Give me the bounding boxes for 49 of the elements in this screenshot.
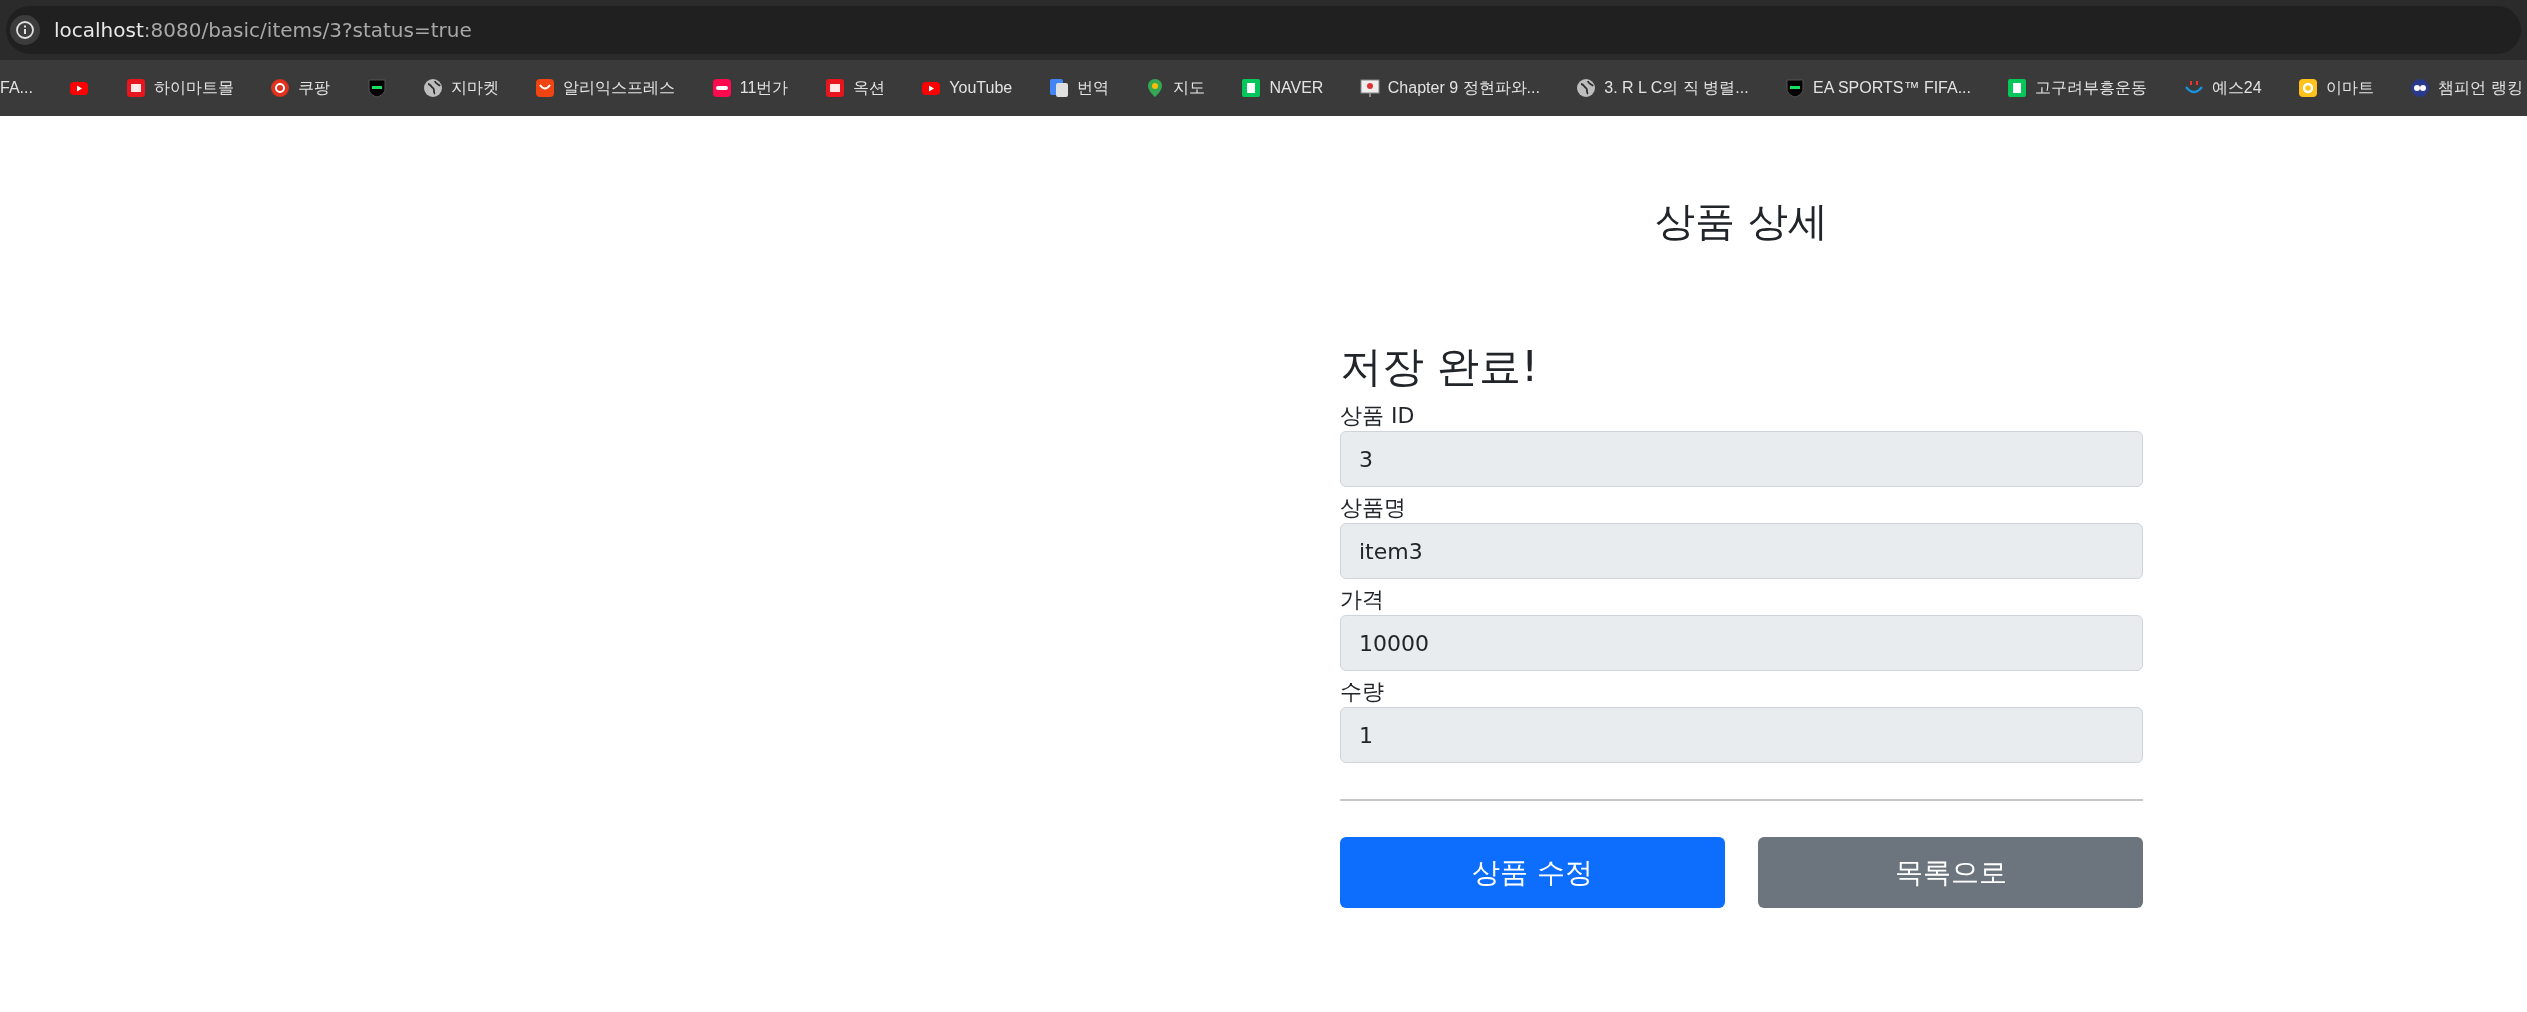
- bookmark[interactable]: Chapter 9 정현파와...: [1359, 77, 1540, 99]
- bookmark[interactable]: 11번가: [711, 77, 789, 99]
- owl-icon: [2410, 78, 2431, 98]
- bookmark[interactable]: FA...: [0, 79, 33, 97]
- status-message: 저장 완료!: [1340, 341, 1539, 393]
- bookmark[interactable]: 지마켓: [423, 77, 499, 99]
- bookmark[interactable]: 챔피언 랭킹: [2410, 77, 2523, 99]
- translate-icon: [1048, 78, 1069, 98]
- address-bar[interactable]: localhost:8080/basic/items/3?status=true: [6, 6, 2521, 54]
- bookmark[interactable]: 이마트: [2298, 77, 2375, 99]
- globe-icon: [1576, 78, 1597, 98]
- url-text: localhost:8080/basic/items/3?status=true: [54, 18, 472, 42]
- bookmark[interactable]: 고구려부흥운동: [2007, 77, 2148, 99]
- field-label: 상품명: [1340, 494, 1406, 522]
- globe-icon: [423, 78, 443, 98]
- bookmark[interactable]: 예스24: [2183, 77, 2262, 99]
- bookmark[interactable]: YouTube: [921, 78, 1013, 98]
- info-icon[interactable]: [10, 15, 40, 45]
- bookmark[interactable]: 지도: [1145, 77, 1206, 99]
- bookmark[interactable]: 옥션: [824, 77, 885, 99]
- readonly-field[interactable]: 1: [1340, 707, 2143, 763]
- bookmark[interactable]: 하이마트몰: [125, 77, 234, 99]
- bookmark[interactable]: 번역: [1048, 77, 1109, 99]
- presentation-icon: [1359, 78, 1380, 98]
- shield-icon: [366, 78, 387, 98]
- bookmark[interactable]: 알리익스프레스: [535, 77, 676, 99]
- list-button[interactable]: 목록으로: [1758, 837, 2143, 908]
- bookmark[interactable]: [366, 78, 387, 98]
- square-logo-icon: [2298, 78, 2319, 98]
- bookmark[interactable]: 3. R L C의 직 병렬...: [1576, 77, 1749, 99]
- shield-icon: [1785, 78, 1806, 98]
- square-logo-icon: [711, 78, 732, 98]
- bookmark[interactable]: EA SPORTS™ FIFA...: [1785, 78, 1971, 98]
- edit-button[interactable]: 상품 수정: [1340, 837, 1725, 908]
- field-label: 상품 ID: [1340, 402, 1415, 430]
- readonly-field[interactable]: 3: [1340, 431, 2143, 487]
- bookmark[interactable]: NAVER: [1241, 78, 1324, 98]
- page-title: 상품 상세: [1654, 197, 1829, 246]
- bookmark[interactable]: 쿠팡: [270, 77, 331, 99]
- square-logo-icon: [1241, 78, 1262, 98]
- circle-logo-icon: [270, 78, 291, 98]
- square-logo-icon: [824, 78, 845, 98]
- field-label: 수량: [1340, 678, 1384, 706]
- field-label: 가격: [1340, 586, 1384, 614]
- readonly-field[interactable]: item3: [1340, 523, 2143, 579]
- square-logo-icon: [535, 78, 556, 98]
- readonly-field[interactable]: 10000: [1340, 615, 2143, 671]
- square-logo-icon: [125, 78, 146, 98]
- square-logo-icon: [2007, 78, 2028, 98]
